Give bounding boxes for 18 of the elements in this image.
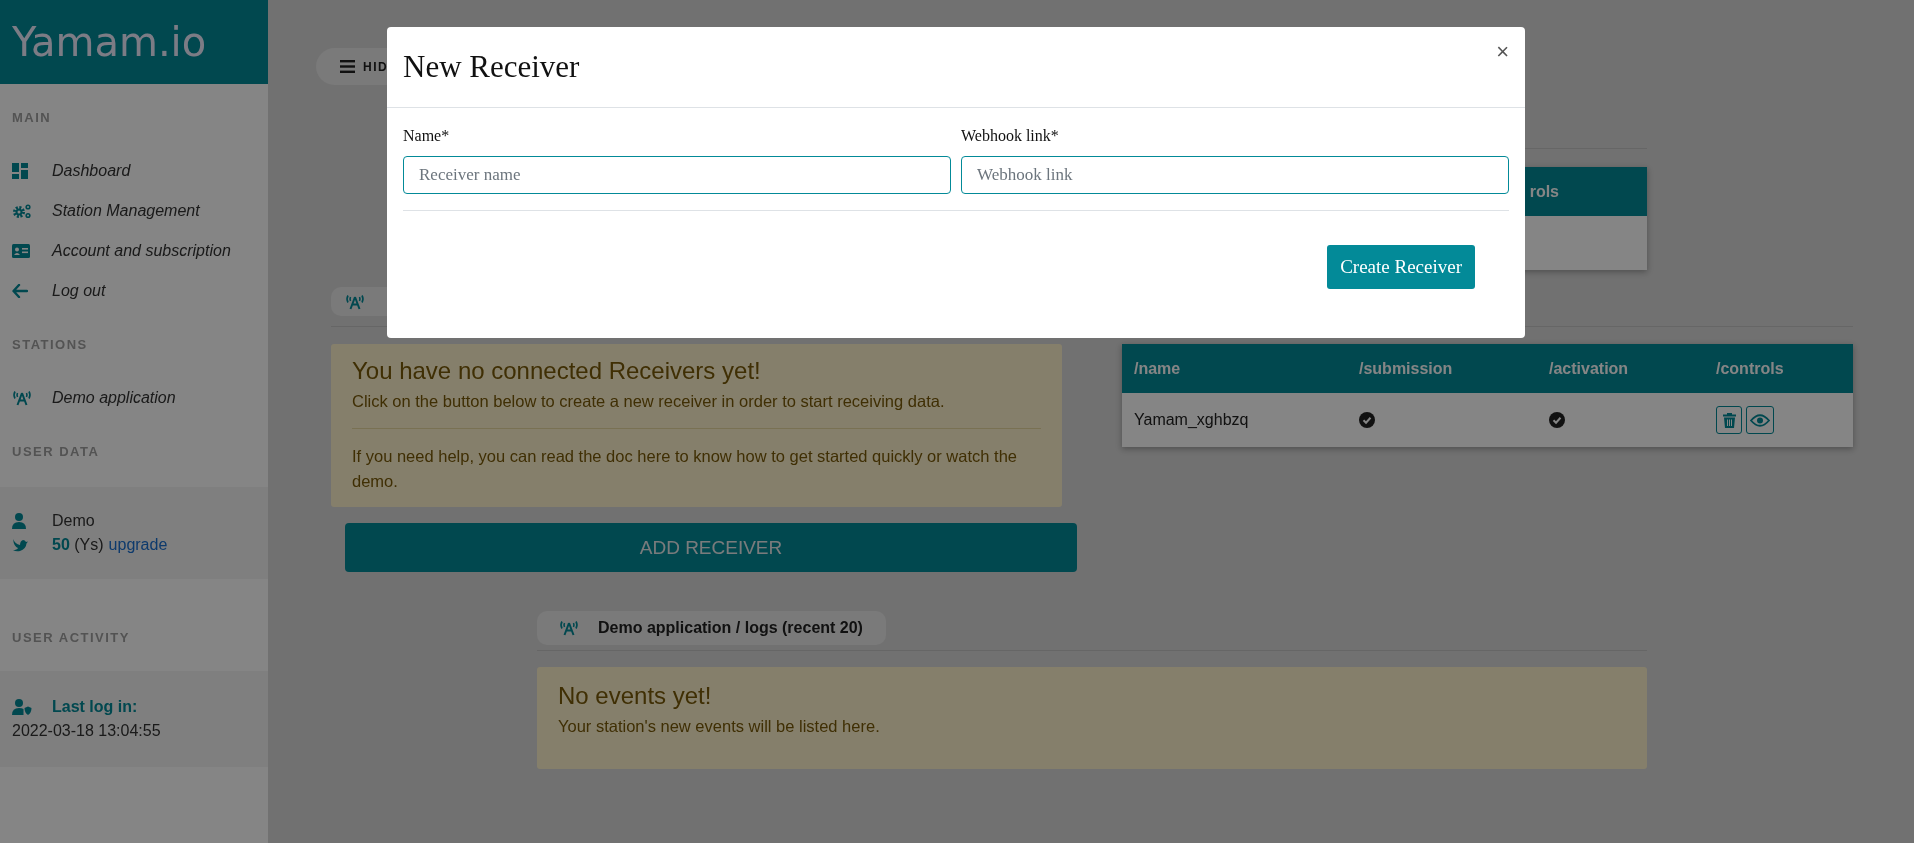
empty-logs-text: Your station's new events will be listed here. [558, 717, 880, 735]
column-header: /name [1134, 359, 1181, 377]
help-text: If you need help, you can read the doc here to know how to get started quickly or watch the demo. [352, 446, 1018, 492]
user-name: Demo [52, 512, 95, 530]
table-cell-text: Yamam_xghbzq [1133, 411, 1250, 429]
notice-text: Click on the button below to create a new receiver in order to start receiving data. [352, 392, 945, 410]
last-login-time: 2022-03-18 13:04:55 [12, 722, 161, 739]
empty-logs-title: No events yet! [558, 682, 712, 709]
credit-balance: 50 (Ys) [52, 536, 104, 554]
column-header: /activation [1549, 359, 1629, 377]
last-login-label: Last log in: [52, 698, 138, 716]
column-header: /submission [1359, 359, 1453, 377]
column-header: /controls [1716, 359, 1784, 377]
column-header: rols [1529, 182, 1559, 201]
notice-title: You have no connected Receivers yet! [352, 357, 761, 384]
field-label: Webhook link* [961, 127, 1059, 144]
field-label: Name* [403, 127, 450, 144]
dialog-title: New Receiver [403, 49, 580, 85]
